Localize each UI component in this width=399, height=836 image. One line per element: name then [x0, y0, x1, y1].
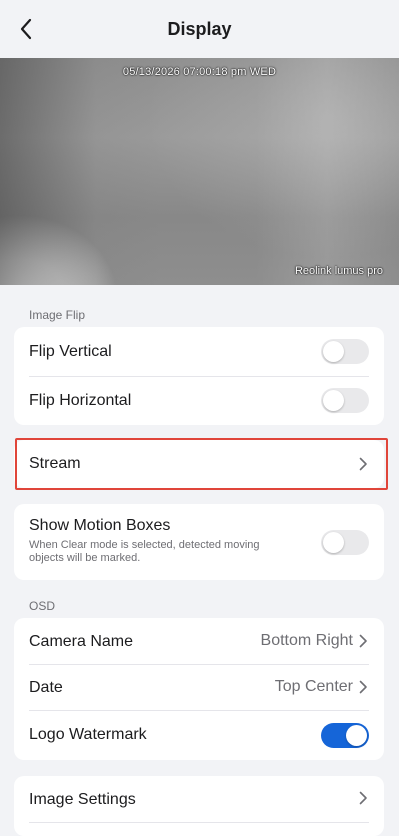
toggle-knob: [323, 532, 344, 553]
image-settings-row[interactable]: Image Settings: [14, 776, 384, 823]
image-settings-label: Image Settings: [29, 790, 136, 808]
motion-description: When Clear mode is selected, detected mo…: [29, 539, 260, 565]
camera-preview[interactable]: 05/13/2026 07:00:18 pm WED Reolink lumus…: [0, 58, 399, 285]
flip-horizontal-row[interactable]: Flip Horizontal: [14, 376, 384, 425]
stream-card: Stream: [14, 440, 384, 488]
motion-card: Show Motion Boxes When Clear mode is sel…: [14, 504, 384, 580]
page-title: Display: [167, 19, 232, 39]
preview-timestamp: 05/13/2026 07:00:18 pm WED: [122, 66, 277, 78]
flip-vertical-toggle[interactable]: [321, 339, 369, 364]
chevron-right-icon: [359, 634, 367, 648]
motion-description-line2: objects will be marked.: [29, 552, 141, 564]
toggle-knob: [346, 725, 367, 746]
logo-watermark-toggle[interactable]: [321, 723, 369, 748]
chevron-right-icon: [359, 457, 367, 471]
camera-name-row[interactable]: Camera Name Bottom Right: [14, 618, 384, 665]
section-label-osd: OSD: [29, 599, 56, 613]
chevron-right-icon: [359, 680, 367, 694]
header-bar: Display: [0, 0, 399, 58]
osd-card: Camera Name Bottom Right Date Top Center…: [14, 618, 384, 760]
image-settings-card: Image Settings: [14, 776, 384, 836]
motion-boxes-toggle[interactable]: [321, 530, 369, 555]
toggle-knob: [323, 390, 344, 411]
image-flip-card: Flip Vertical Flip Horizontal: [14, 327, 384, 425]
stream-row[interactable]: Stream: [14, 440, 384, 488]
motion-description-line1: When Clear mode is selected, detected mo…: [29, 539, 260, 551]
camera-name-label: Camera Name: [29, 632, 134, 650]
motion-label: Show Motion Boxes: [29, 517, 171, 534]
toggle-knob: [323, 341, 344, 362]
date-row[interactable]: Date Top Center: [14, 664, 384, 711]
date-label: Date: [29, 678, 63, 696]
flip-horizontal-label: Flip Horizontal: [29, 391, 132, 409]
flip-horizontal-toggle[interactable]: [321, 388, 369, 413]
section-label-image-flip: Image Flip: [29, 308, 86, 322]
logo-watermark-row[interactable]: Logo Watermark: [14, 710, 384, 760]
camera-name-value: Bottom Right: [260, 632, 353, 649]
preview-camera-name: Reolink lumus pro: [294, 265, 383, 277]
stream-label: Stream: [29, 455, 81, 472]
chevron-right-icon: [359, 791, 367, 805]
logo-watermark-label: Logo Watermark: [29, 726, 147, 743]
flip-vertical-label: Flip Vertical: [29, 342, 112, 360]
date-value: Top Center: [274, 678, 353, 695]
flip-vertical-row[interactable]: Flip Vertical: [14, 327, 384, 376]
